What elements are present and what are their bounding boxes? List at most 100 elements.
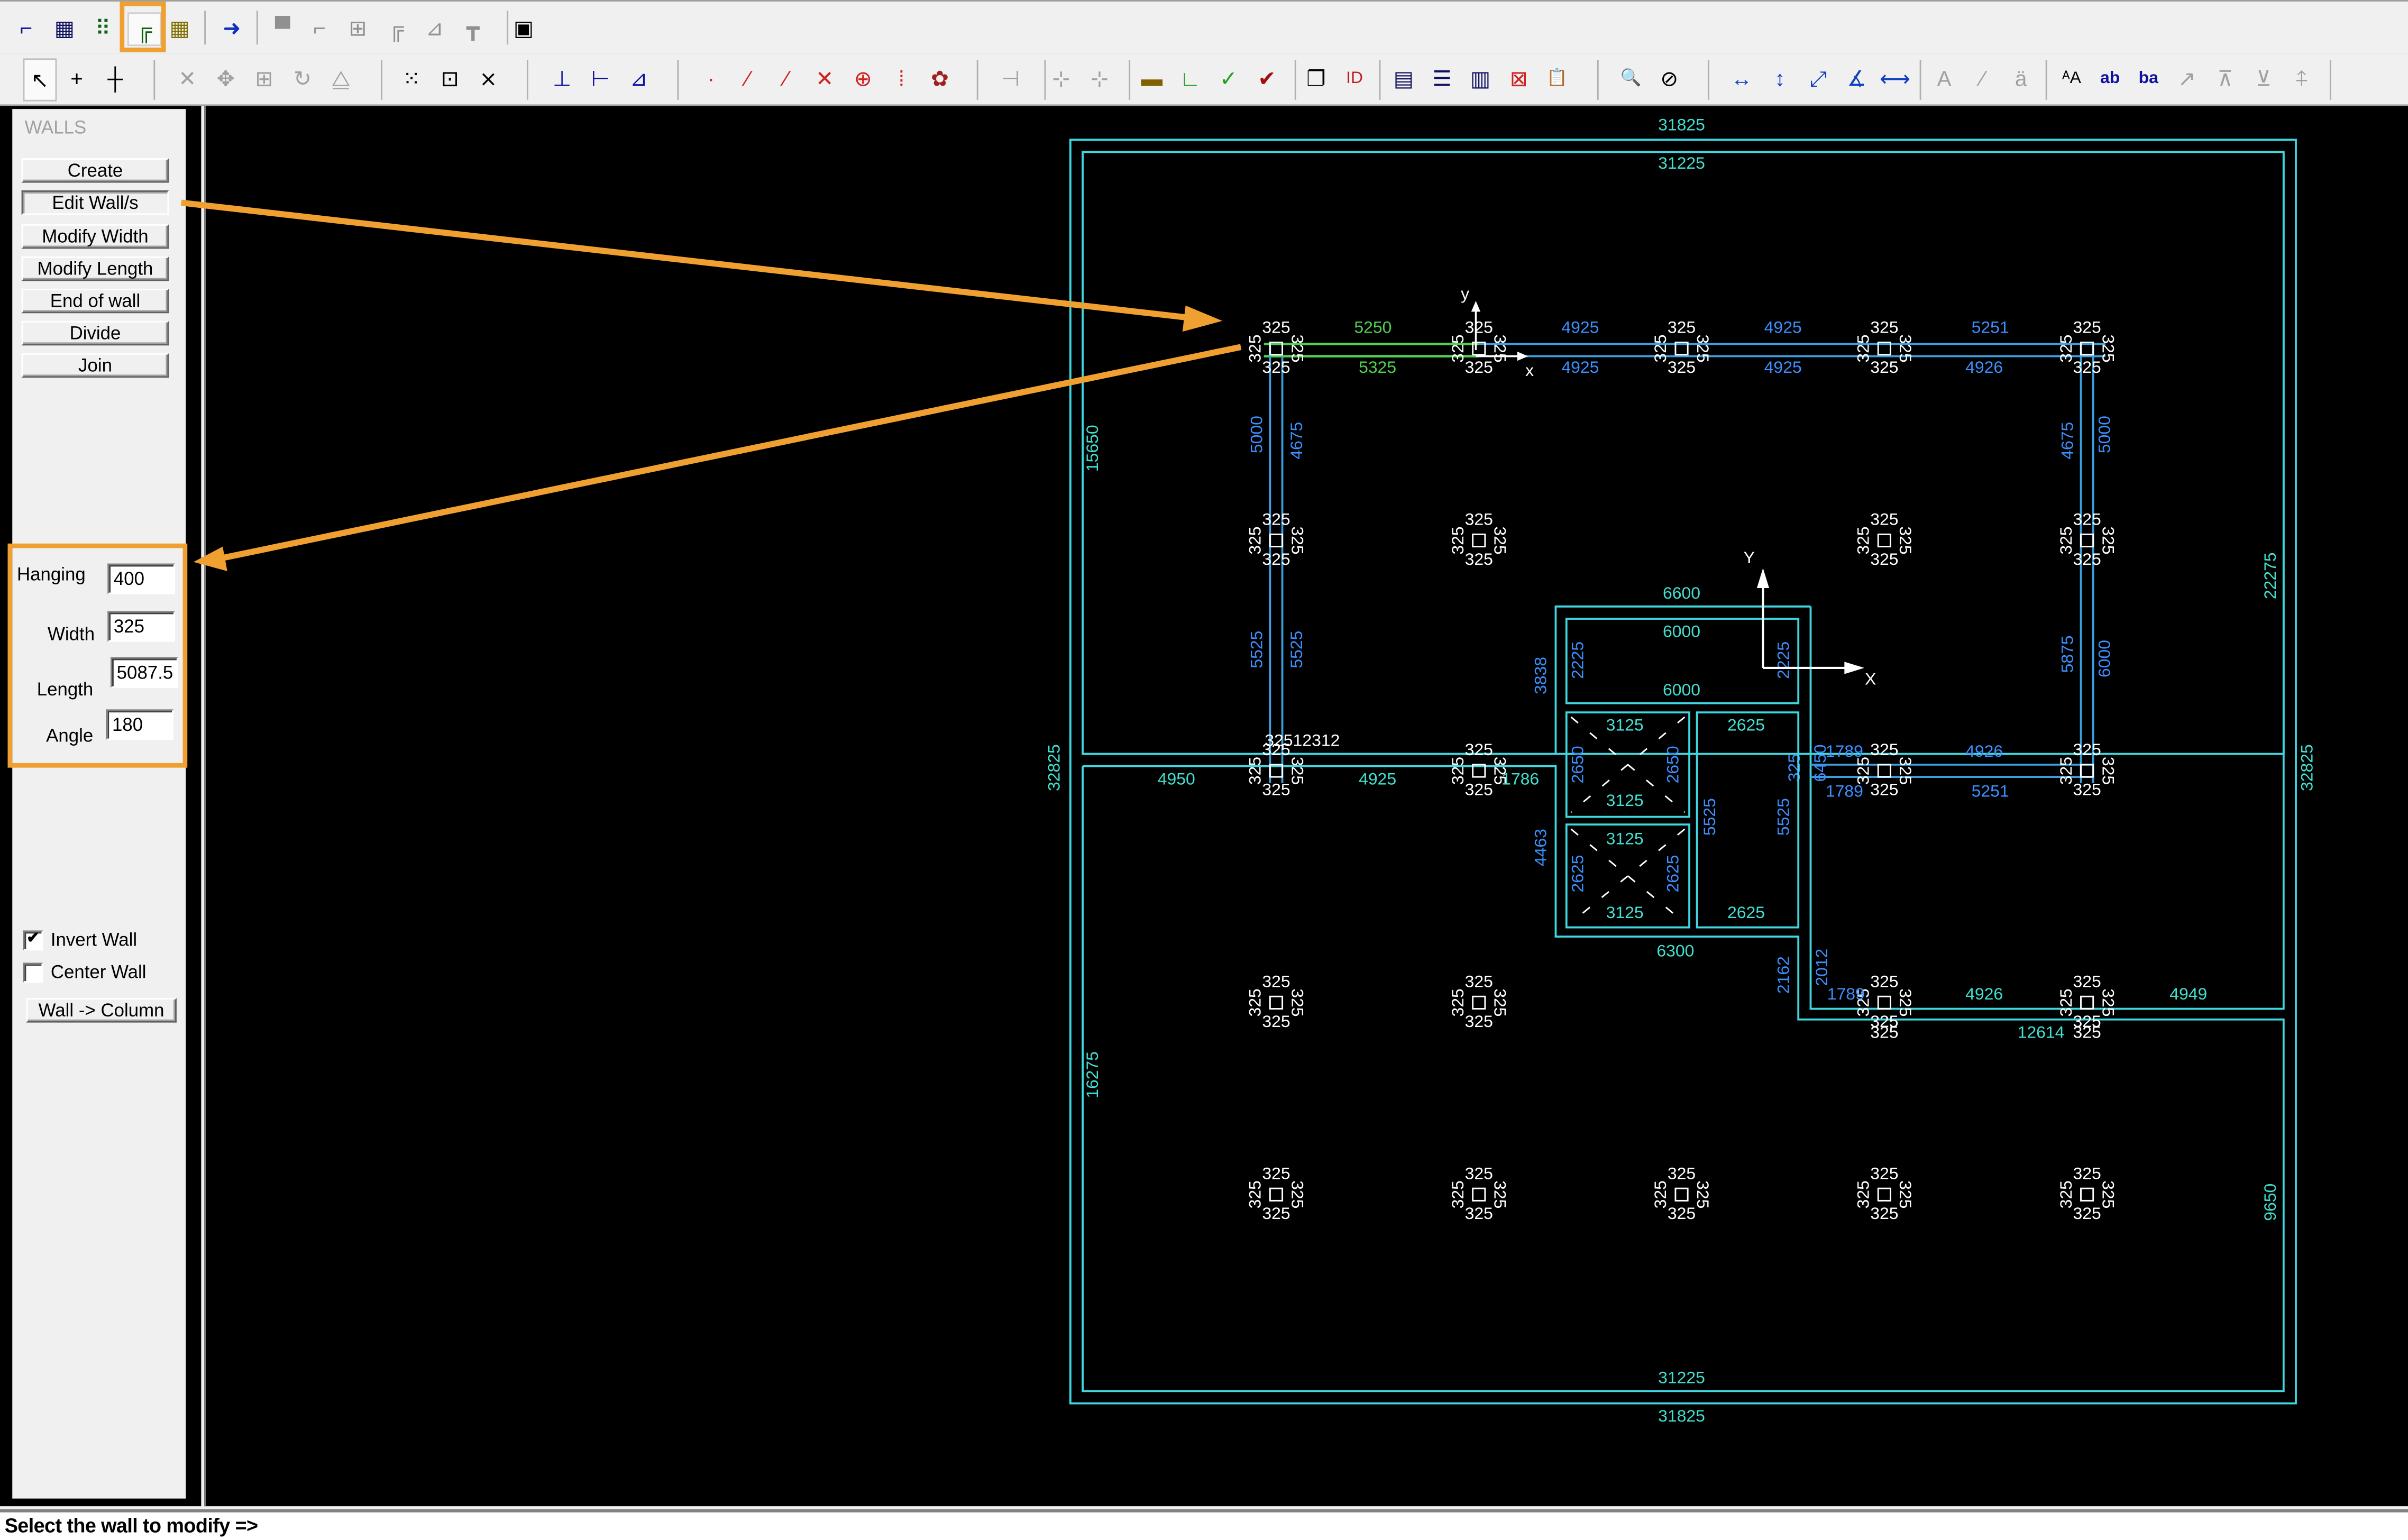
copy-properties-icon[interactable]: ❐ <box>1301 63 1331 94</box>
slab-icon[interactable]: ⌐ <box>11 12 41 43</box>
text-icon[interactable]: A <box>1929 63 1960 94</box>
end-of-wall-button[interactable]: End of wall <box>21 288 169 314</box>
disabled-wall-icon[interactable]: ╔ <box>381 12 411 43</box>
divide-button[interactable]: Divide <box>21 320 169 346</box>
column-dim-label: 325 <box>1448 757 1467 785</box>
dim-right-upper: 22275 <box>2260 552 2279 599</box>
ruler-icon[interactable]: ▬ <box>1137 63 1167 94</box>
join-button[interactable]: Join <box>21 353 169 378</box>
column-dim-label: 325 <box>1668 318 1696 337</box>
align-horizontal-icon[interactable]: ⊹ <box>1084 63 1115 94</box>
hatched-slab-icon[interactable]: ▦ <box>49 12 80 43</box>
dimension-horizontal-icon[interactable]: ↔ <box>1726 63 1757 94</box>
rotate-icon[interactable]: ↻ <box>287 63 318 94</box>
dimension-chain-icon[interactable]: ⟷ <box>1880 63 1910 94</box>
grid-icon[interactable]: ▦ <box>164 12 195 43</box>
invert-wall-checkbox[interactable]: ✔ <box>23 930 43 951</box>
mid-wall-dim: 4925 <box>1359 769 1396 788</box>
column-dim-label: 325 <box>1262 780 1290 799</box>
drawing-canvas[interactable]: 31825 31225 31225 31825 32825 32825 15650 16275… <box>204 106 2408 1507</box>
column-dim-label: 325 <box>1896 1180 1915 1208</box>
text-align-center-icon[interactable]: ⍏ <box>2287 63 2318 94</box>
wall-to-column-button[interactable]: Wall -> Column <box>26 998 177 1023</box>
text-multiline-icon[interactable]: ä <box>2006 63 2036 94</box>
zoom-extents-icon[interactable]: ⊘ <box>1654 63 1684 94</box>
export-arrow-icon[interactable]: ➜ <box>216 12 247 43</box>
column-dim-label: 325 <box>1870 780 1898 799</box>
move-icon[interactable]: ✥ <box>210 63 241 94</box>
center-wall-label: Center Wall <box>50 961 147 983</box>
floor-plan-drawing[interactable]: 31825 31225 31225 31825 32825 32825 15650 16275… <box>206 106 2408 1506</box>
local-axis-icon[interactable]: ⊢ <box>585 63 616 94</box>
column-dim-label: 325 <box>1288 757 1307 785</box>
snap-midpoint-icon[interactable]: ⁄ <box>771 63 802 94</box>
text-pointer-icon[interactable]: ↗ <box>2172 63 2202 94</box>
table-icon[interactable]: ☰ <box>1427 63 1458 94</box>
text-leader-icon[interactable]: ⁄ <box>1967 63 1998 94</box>
text-ba-icon[interactable]: ba <box>2133 63 2164 94</box>
delete-table-icon[interactable]: ⊠ <box>1504 63 1534 94</box>
columns-view-icon[interactable]: ▥ <box>1465 63 1496 94</box>
measure-icon[interactable]: ⊣ <box>995 63 1026 94</box>
check-red-icon[interactable]: ✔ <box>1252 63 1283 94</box>
center-wall-checkbox[interactable] <box>23 962 43 983</box>
axis-rotate-icon[interactable]: ⊿ <box>624 63 654 94</box>
create-button[interactable]: Create <box>21 158 169 183</box>
save-icon[interactable]: ▣ <box>508 12 539 43</box>
snap-center-icon[interactable]: ⊕ <box>848 63 878 94</box>
select-pointer-icon[interactable]: ↖ <box>23 58 57 102</box>
align-vertical-icon[interactable]: ⊹ <box>1046 63 1076 94</box>
copy-array-icon[interactable]: ⊞ <box>249 63 279 94</box>
grid-snap-icon[interactable]: ⊡ <box>435 63 465 94</box>
check-green-icon[interactable]: ✓ <box>1213 63 1244 94</box>
dimension-aligned-icon[interactable]: ⤢ <box>1803 63 1834 94</box>
disabled-beam-icon[interactable]: ⌐ <box>304 12 335 43</box>
edit-walls-button[interactable]: Edit Wall/s <box>21 190 169 215</box>
command-prompt: Select the wall to modify => <box>4 1514 258 1537</box>
disabled-stair-icon[interactable]: ⊿ <box>419 12 450 43</box>
top-wall-dim-below: 4925 <box>1561 358 1599 377</box>
snap-endpoint-icon[interactable]: ⁄ <box>733 63 763 94</box>
grid-cross-icon[interactable]: ⨯ <box>473 63 503 94</box>
command-line[interactable]: Select the wall to modify => <box>0 1509 2408 1540</box>
clipboard-icon[interactable]: 📋 <box>1542 63 1572 94</box>
modify-width-button[interactable]: Modify Width <box>21 224 169 249</box>
modify-length-button[interactable]: Modify Length <box>21 256 169 281</box>
column-dim-label: 325 <box>2099 526 2118 554</box>
snap-object-icon[interactable]: ✿ <box>924 63 955 94</box>
text-size-icon[interactable]: ᴬA <box>2056 63 2087 94</box>
column-dim-label: 325 <box>1870 1163 1898 1182</box>
text-align-icon[interactable]: ⊻ <box>2248 63 2279 94</box>
dim-right-outer: 32825 <box>2297 744 2317 791</box>
text-rotate-icon[interactable]: ⊼ <box>2210 63 2240 94</box>
text-ab-icon[interactable]: ab <box>2095 63 2126 94</box>
disabled-footing-icon[interactable]: ┳ <box>457 12 488 43</box>
orthogonal-icon[interactable]: ∟ <box>1175 63 1205 94</box>
column-dim-label: 325 <box>1465 1012 1493 1031</box>
dimension-angle-icon[interactable]: ∡ <box>1842 63 1872 94</box>
id-label-icon[interactable]: ID <box>1339 63 1370 94</box>
disabled-slab-icon[interactable]: ▀ <box>267 12 298 43</box>
snap-grid-icon[interactable]: ⁞ <box>886 63 917 94</box>
origin-icon[interactable]: ⊥ <box>547 63 578 94</box>
mirror-icon[interactable]: ⧋ <box>326 63 356 94</box>
small-crosshair-icon[interactable]: + <box>61 63 92 94</box>
column-dim-label: 325 <box>1288 1180 1307 1208</box>
column-dim-label: 325 <box>1854 526 1873 554</box>
grid-points-icon[interactable]: ⁙ <box>396 63 427 94</box>
zoom-window-icon[interactable]: 🔍 <box>1616 63 1646 94</box>
toolbar-separator <box>1294 60 1296 100</box>
columns-icon[interactable]: ⠿ <box>88 12 118 43</box>
disabled-columns-icon[interactable]: ⊞ <box>343 12 373 43</box>
large-crosshair-icon[interactable]: ┼ <box>100 63 131 94</box>
stair1-dim-top: 3125 <box>1606 716 1644 735</box>
right-mid-wall-dim-vertical: 325 <box>1784 754 1803 782</box>
snap-point-icon[interactable]: · <box>695 63 726 94</box>
dimension-vertical-icon[interactable]: ↕ <box>1764 63 1795 94</box>
toolbar-separator <box>1919 60 1921 100</box>
layers-icon[interactable]: ▤ <box>1388 63 1419 94</box>
delete-icon[interactable]: ✕ <box>172 63 203 94</box>
snap-intersection-icon[interactable]: ✕ <box>809 63 840 94</box>
lift-dim-bottom: 6000 <box>1663 680 1700 699</box>
column-dim-label: 325 <box>1246 988 1265 1016</box>
